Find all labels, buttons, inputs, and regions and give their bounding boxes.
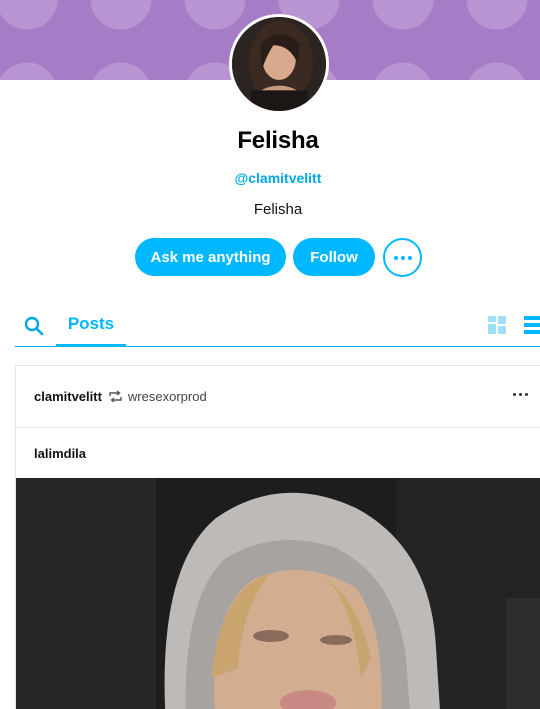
post-author[interactable]: clamitvelitt [34,389,102,404]
avatar-photo [232,17,326,111]
follow-button[interactable]: Follow [293,238,375,276]
profile-handle[interactable]: @clamitvelitt [0,170,540,186]
reblog-author[interactable]: lalimdila [16,428,540,478]
post-image[interactable] [16,478,540,709]
more-horizontal-icon [393,255,398,260]
profile-bio: Felisha [253,201,303,218]
tab-posts[interactable]: Posts [56,307,126,347]
post-source[interactable]: wresexorprod [128,389,207,404]
grid-view-icon[interactable] [488,316,506,334]
profile-tabbar: Posts [15,307,540,347]
list-view-icon[interactable] [524,316,540,334]
post-more-button[interactable] [511,393,529,396]
profile-avatar[interactable] [229,14,329,114]
profile-name: Felisha [237,127,319,154]
more-options-button[interactable] [383,238,422,277]
post-card: clamitvelitt wresexorprod lalimdila [15,365,540,709]
ask-me-anything-button[interactable]: Ask me anything [135,238,286,276]
search-icon[interactable] [24,316,44,336]
reblog-icon [109,390,122,403]
post-header: clamitvelitt wresexorprod [16,366,540,428]
more-horizontal-icon [512,393,516,396]
post-photo [16,478,540,709]
